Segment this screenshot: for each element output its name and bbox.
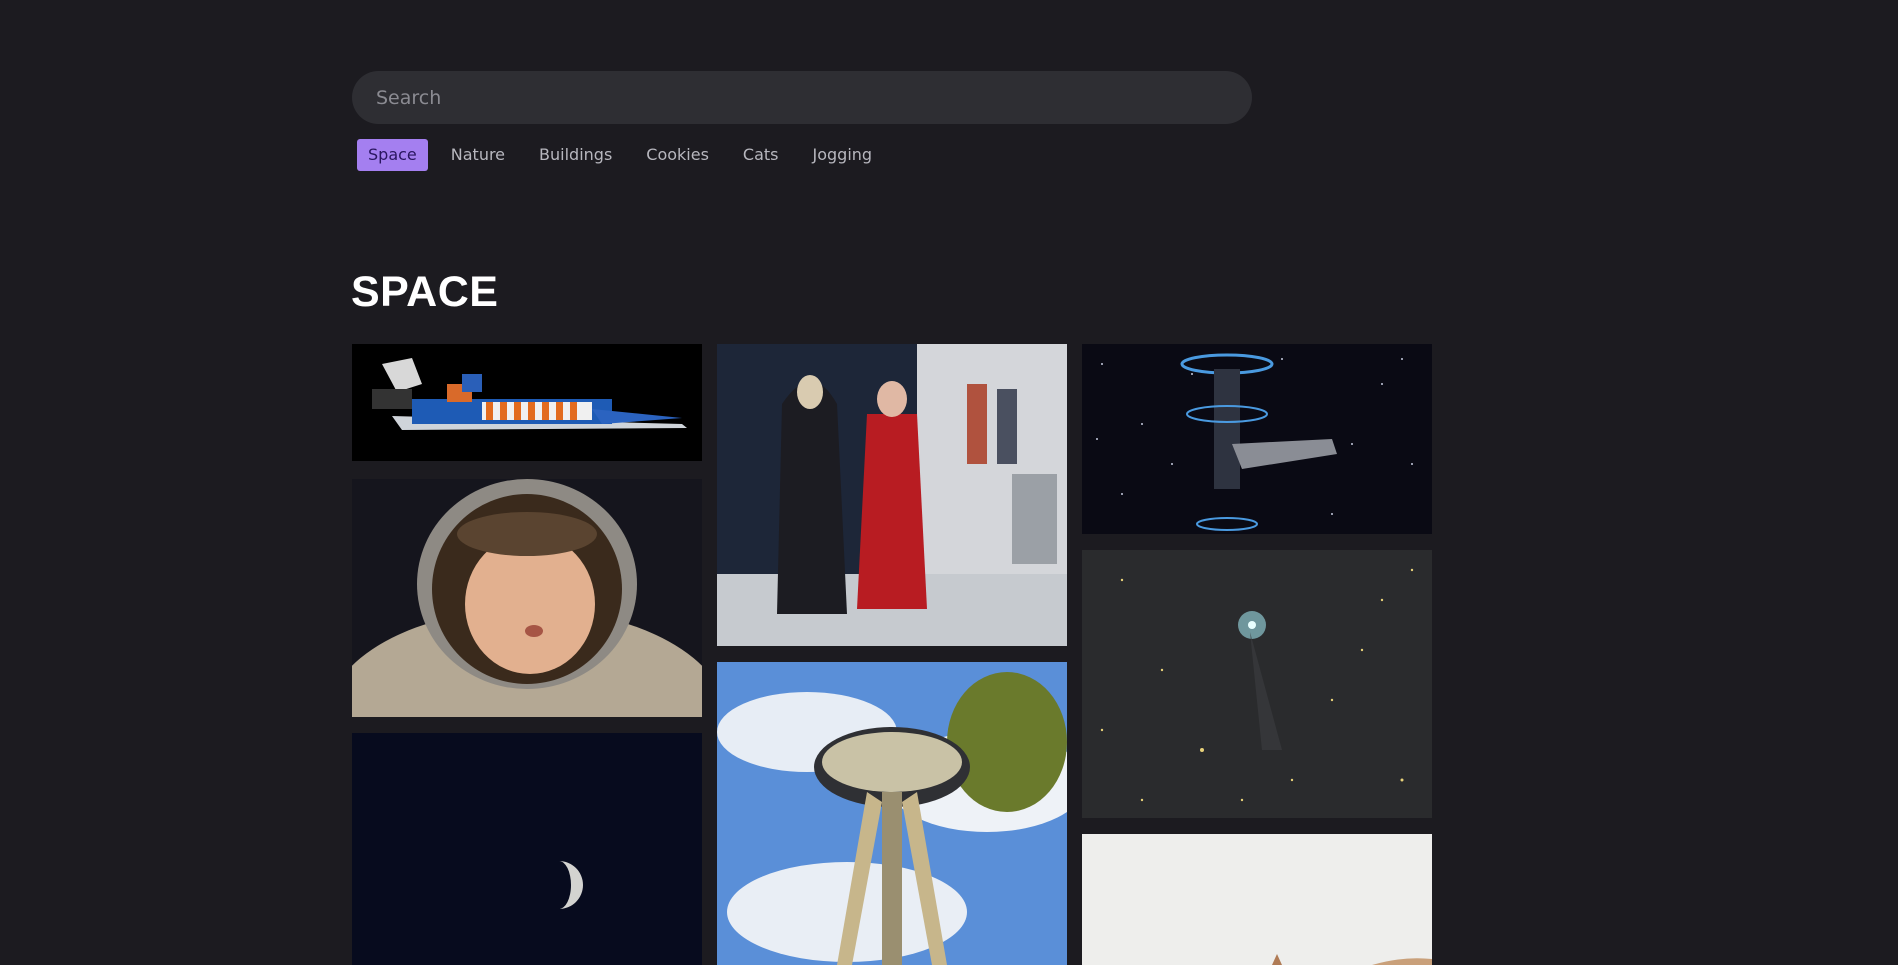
rock-formation-image[interactable] bbox=[1082, 834, 1432, 965]
tab-buildings[interactable]: Buildings bbox=[528, 139, 623, 171]
tab-nature[interactable]: Nature bbox=[440, 139, 516, 171]
tab-cookies[interactable]: Cookies bbox=[635, 139, 720, 171]
costumed-figures-image[interactable] bbox=[717, 344, 1067, 646]
baby-astronaut-image[interactable] bbox=[352, 479, 702, 717]
space-needle-image[interactable] bbox=[717, 662, 1067, 965]
category-tabs: Space Nature Buildings Cookies Cats Jogg… bbox=[357, 139, 895, 171]
tab-cats[interactable]: Cats bbox=[732, 139, 790, 171]
search-input[interactable] bbox=[352, 71, 1252, 124]
lego-spaceship-image[interactable] bbox=[352, 344, 702, 461]
tab-jogging[interactable]: Jogging bbox=[802, 139, 884, 171]
section-title: SPACE bbox=[351, 268, 499, 316]
space-station-image[interactable] bbox=[1082, 344, 1432, 534]
comet-starfield-image[interactable] bbox=[1082, 550, 1432, 818]
moon-image[interactable] bbox=[352, 733, 702, 965]
tab-space[interactable]: Space bbox=[357, 139, 428, 171]
